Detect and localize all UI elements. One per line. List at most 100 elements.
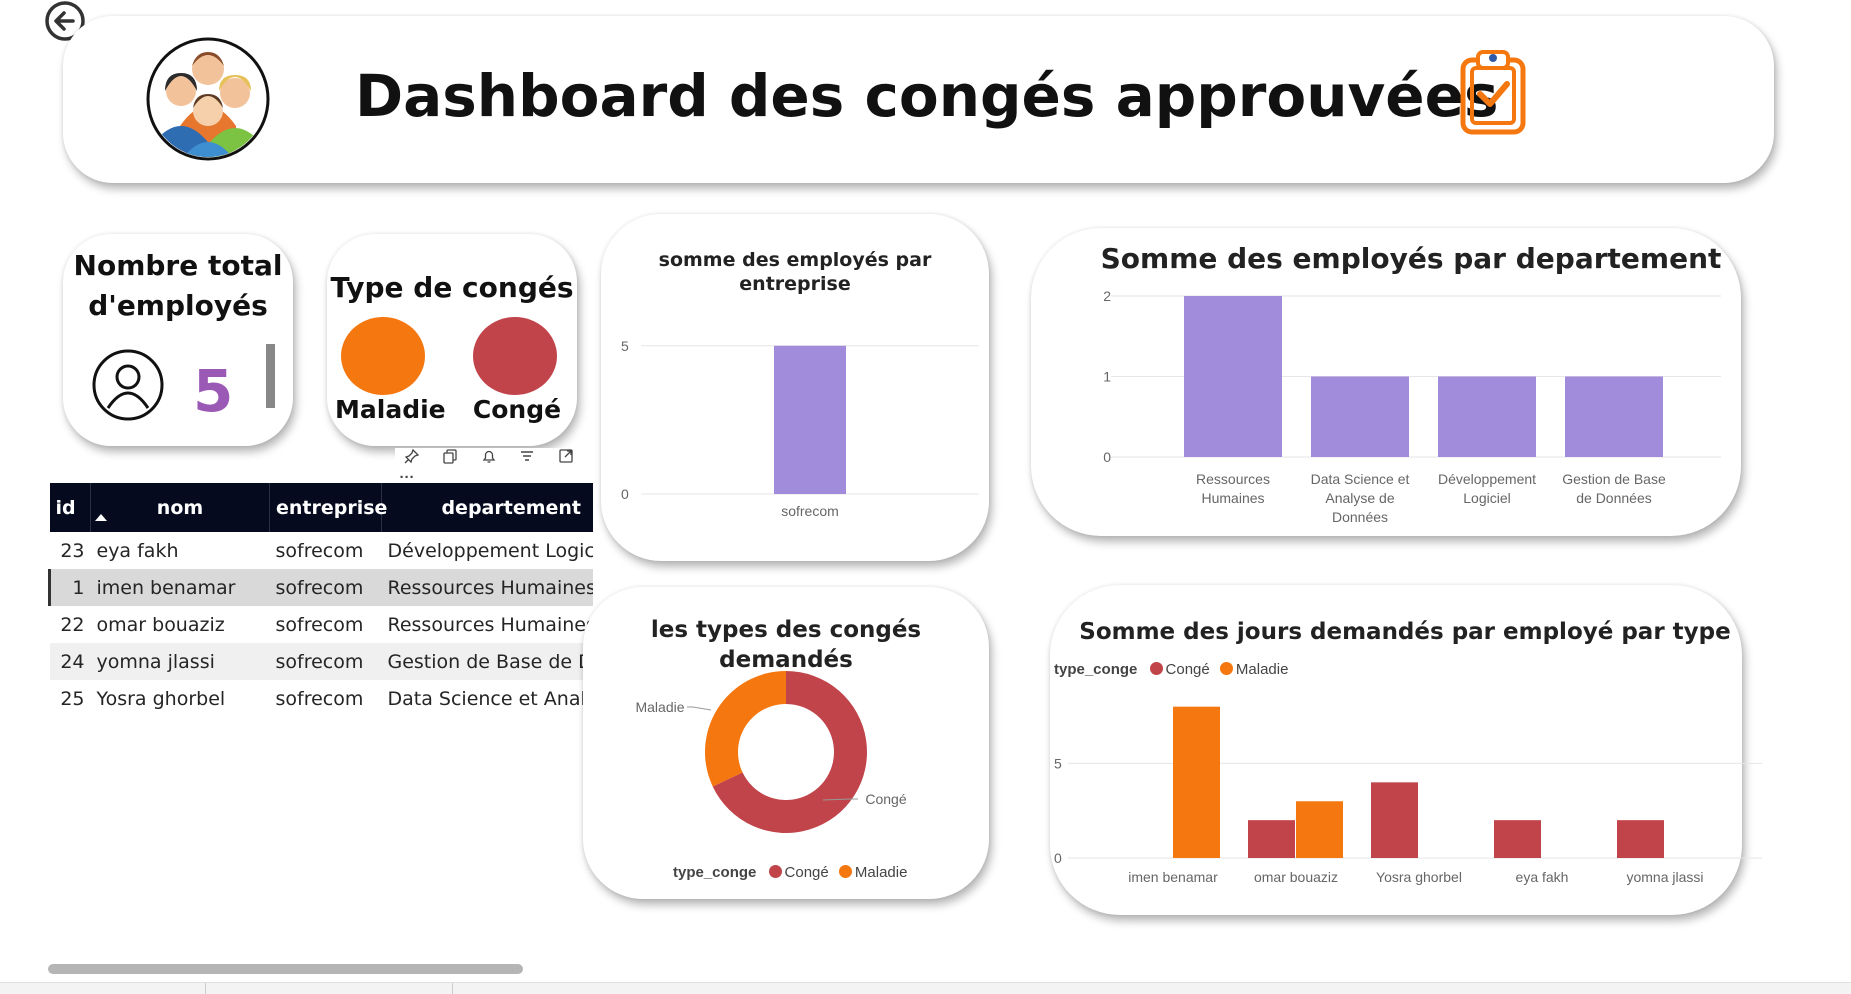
y-tick-label: 0: [1103, 449, 1111, 465]
chart-types: Congé Maladie: [635, 671, 907, 833]
cell-nom: omar bouaziz: [96, 613, 225, 636]
table-row[interactable]: 1 imen benamar sofrecom Ressources Humai…: [48, 569, 593, 606]
x-tick-label: Gestion de Base: [1562, 471, 1666, 487]
x-tick-label: Logiciel: [1463, 490, 1510, 506]
cell-departement: Ressources Humaines: [387, 613, 594, 636]
bottom-divider: [205, 983, 206, 994]
bar-conge: [1248, 820, 1295, 858]
slice-maladie: [705, 671, 786, 787]
kpi-value: 5: [193, 357, 234, 425]
y-tick-label: 5: [1054, 755, 1062, 771]
employees-group-icon: [145, 36, 271, 162]
sort-ascending-icon: [95, 514, 107, 521]
col-header-nom-label: nom: [156, 496, 204, 519]
cell-id: 24: [49, 643, 91, 680]
legend-conge-dot: [768, 865, 782, 878]
x-tick-label: Yosra ghorbel: [1376, 869, 1462, 885]
x-tick-label: imen benamar: [1128, 869, 1218, 885]
cell-departement: Data Science et Analyse de Données: [387, 687, 594, 710]
visual-toolbar: ···: [395, 448, 597, 486]
table-row[interactable]: 24 yomna jlassi sofrecom Gestion de Base…: [49, 643, 593, 680]
chart-departement: 0 1 2 Ressources Humaines Data Science et Anal…: [1103, 288, 1721, 525]
bar-department: [1565, 376, 1663, 457]
kpi-card: Nombre total d'employés 5: [63, 234, 293, 446]
x-tick-label: Data Science et: [1311, 471, 1410, 487]
x-tick-label: sofrecom: [781, 503, 839, 519]
y-tick-label: 2: [1103, 288, 1111, 304]
cell-nom: yomna jlassi: [90, 643, 270, 680]
conge-circle: [473, 317, 557, 395]
bottom-divider: [452, 983, 453, 994]
pin-icon[interactable]: [395, 448, 429, 468]
cell-id: 1: [48, 569, 91, 606]
table-row[interactable]: 22 omar bouaziz sofrecom Ressources Huma…: [50, 606, 594, 643]
x-tick-label: Analyse de: [1325, 490, 1394, 506]
legend-maladie-label[interactable]: Maladie: [855, 864, 908, 881]
cell-id: 22: [60, 613, 85, 636]
slice-label: Maladie: [635, 699, 684, 715]
cell-entreprise: sofrecom: [269, 569, 382, 606]
y-tick-label: 5: [621, 338, 629, 354]
legend-conge-label[interactable]: Congé: [785, 864, 829, 881]
filter-icon[interactable]: [510, 448, 544, 468]
cell-entreprise: sofrecom: [275, 539, 364, 562]
cell-entreprise: sofrecom: [269, 643, 382, 680]
legend-title: type_conge: [673, 864, 757, 881]
header-card: Dashboard des congés approuvées: [63, 16, 1774, 183]
maladie-circle: [341, 317, 425, 395]
donut-legend: type_conge Congé Maladie: [673, 864, 907, 881]
employee-table-container: id nom entreprise departement 23 eya fak…: [48, 483, 593, 718]
x-tick-label: Ressources: [1196, 471, 1270, 487]
x-tick-label: Humaines: [1201, 490, 1264, 506]
kpi-title: Nombre total d'employés: [73, 249, 283, 322]
leave-types-card: Type de congés Maladie Congé: [327, 234, 577, 446]
bar-maladie: [1173, 706, 1220, 858]
employee-table: id nom entreprise departement 23 eya fak…: [48, 483, 593, 717]
y-tick-label: 0: [621, 486, 629, 502]
table-row[interactable]: 23 eya fakh sofrecom Développement Logic…: [50, 532, 594, 569]
col-header-id[interactable]: id: [49, 483, 91, 532]
cell-nom: imen benamar: [90, 569, 270, 606]
chart-card-types: les types des congés demandés Congé Malad…: [583, 587, 989, 899]
y-tick-label: 0: [1054, 850, 1062, 866]
x-tick-label: de Données: [1576, 490, 1652, 506]
conge-label: Congé: [472, 395, 562, 424]
slice-label: Congé: [865, 791, 906, 807]
x-tick-label: yomna jlassi: [1626, 869, 1703, 885]
x-tick-label: Données: [1332, 509, 1388, 525]
cell-departement: Développement Logiciel: [387, 539, 594, 562]
bar-department: [1184, 296, 1282, 457]
focus-mode-icon[interactable]: [549, 448, 583, 468]
cell-departement: Gestion de Base de Données: [381, 643, 593, 680]
bell-icon[interactable]: [472, 448, 506, 468]
cell-nom: eya fakh: [96, 539, 179, 562]
bar-conge: [1494, 820, 1541, 858]
horizontal-scrollbar[interactable]: [48, 964, 523, 974]
col-header-nom[interactable]: nom: [90, 483, 270, 532]
chart-card-jours: Somme des jours demandés par employé par…: [1050, 585, 1762, 915]
cell-entreprise: sofrecom: [275, 613, 364, 636]
cell-nom: Yosra ghorbel: [96, 687, 226, 710]
maladie-label: Maladie: [335, 395, 446, 424]
cell-entreprise: sofrecom: [275, 687, 364, 710]
table-row[interactable]: 25 Yosra ghorbel sofrecom Data Science e…: [50, 680, 594, 717]
bar-maladie: [1296, 801, 1343, 858]
cell-departement: Ressources Humaines: [381, 569, 593, 606]
copy-icon[interactable]: [433, 448, 467, 468]
x-tick-label: omar bouaziz: [1254, 869, 1338, 885]
x-tick-label: Développement: [1438, 471, 1536, 487]
bar-sofrecom: [774, 345, 846, 494]
scroll-indicator: [266, 344, 275, 408]
col-header-entreprise[interactable]: entreprise: [269, 483, 387, 532]
col-header-departement[interactable]: departement: [381, 483, 593, 532]
chart-card-departement: Somme des employés par departement 0 1 2 Re…: [1031, 228, 1741, 536]
bar-department: [1311, 376, 1409, 457]
chart-jours: 0 5 imen benamar omar bouaziz Yosra ghorbel e…: [1054, 706, 1762, 885]
x-tick-label: eya fakh: [1516, 869, 1569, 885]
cell-id: 23: [60, 539, 85, 562]
legend-maladie-dot: [838, 865, 852, 878]
leave-types-title: Type de congés: [330, 271, 574, 304]
clipboard-check-icon: [1458, 48, 1528, 136]
leader-line: [687, 706, 712, 711]
bar-department: [1438, 376, 1536, 457]
